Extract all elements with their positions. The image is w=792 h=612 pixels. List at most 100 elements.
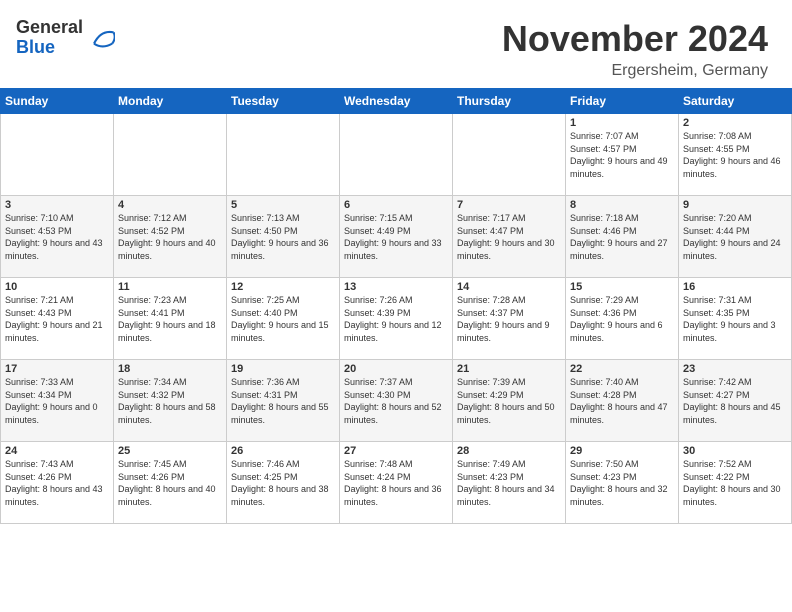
day-info: Sunrise: 7:20 AMSunset: 4:44 PMDaylight:… [683, 212, 787, 262]
day-info: Sunrise: 7:23 AMSunset: 4:41 PMDaylight:… [118, 294, 222, 344]
day-cell-3: 3Sunrise: 7:10 AMSunset: 4:53 PMDaylight… [1, 196, 114, 278]
day-cell-14: 14Sunrise: 7:28 AMSunset: 4:37 PMDayligh… [453, 278, 566, 360]
day-cell-2: 2Sunrise: 7:08 AMSunset: 4:55 PMDaylight… [679, 114, 792, 196]
day-cell-23: 23Sunrise: 7:42 AMSunset: 4:27 PMDayligh… [679, 360, 792, 442]
day-number: 18 [118, 363, 222, 375]
weekday-header-monday: Monday [114, 89, 227, 114]
day-info: Sunrise: 7:46 AMSunset: 4:25 PMDaylight:… [231, 458, 335, 508]
day-cell-20: 20Sunrise: 7:37 AMSunset: 4:30 PMDayligh… [340, 360, 453, 442]
day-number: 30 [683, 445, 787, 457]
day-cell-4: 4Sunrise: 7:12 AMSunset: 4:52 PMDaylight… [114, 196, 227, 278]
day-info: Sunrise: 7:33 AMSunset: 4:34 PMDaylight:… [5, 376, 109, 426]
day-number: 16 [683, 281, 787, 293]
day-number: 3 [5, 199, 109, 211]
day-info: Sunrise: 7:28 AMSunset: 4:37 PMDaylight:… [457, 294, 561, 344]
day-cell-30: 30Sunrise: 7:52 AMSunset: 4:22 PMDayligh… [679, 442, 792, 524]
weekday-header-thursday: Thursday [453, 89, 566, 114]
logo-icon [87, 24, 115, 52]
day-number: 5 [231, 199, 335, 211]
day-cell-10: 10Sunrise: 7:21 AMSunset: 4:43 PMDayligh… [1, 278, 114, 360]
day-info: Sunrise: 7:37 AMSunset: 4:30 PMDaylight:… [344, 376, 448, 426]
day-number: 14 [457, 281, 561, 293]
day-number: 4 [118, 199, 222, 211]
day-info: Sunrise: 7:40 AMSunset: 4:28 PMDaylight:… [570, 376, 674, 426]
day-number: 13 [344, 281, 448, 293]
day-info: Sunrise: 7:17 AMSunset: 4:47 PMDaylight:… [457, 212, 561, 262]
day-number: 26 [231, 445, 335, 457]
day-info: Sunrise: 7:45 AMSunset: 4:26 PMDaylight:… [118, 458, 222, 508]
day-number: 1 [570, 117, 674, 129]
month-title: November 2024 [502, 18, 768, 60]
day-number: 22 [570, 363, 674, 375]
day-cell-21: 21Sunrise: 7:39 AMSunset: 4:29 PMDayligh… [453, 360, 566, 442]
day-info: Sunrise: 7:48 AMSunset: 4:24 PMDaylight:… [344, 458, 448, 508]
day-number: 2 [683, 117, 787, 129]
day-cell-11: 11Sunrise: 7:23 AMSunset: 4:41 PMDayligh… [114, 278, 227, 360]
day-number: 27 [344, 445, 448, 457]
day-number: 21 [457, 363, 561, 375]
weekday-header-friday: Friday [566, 89, 679, 114]
day-number: 12 [231, 281, 335, 293]
empty-cell [453, 114, 566, 196]
day-number: 15 [570, 281, 674, 293]
day-info: Sunrise: 7:07 AMSunset: 4:57 PMDaylight:… [570, 130, 674, 180]
day-info: Sunrise: 7:08 AMSunset: 4:55 PMDaylight:… [683, 130, 787, 180]
day-info: Sunrise: 7:31 AMSunset: 4:35 PMDaylight:… [683, 294, 787, 344]
day-cell-18: 18Sunrise: 7:34 AMSunset: 4:32 PMDayligh… [114, 360, 227, 442]
day-number: 6 [344, 199, 448, 211]
day-number: 8 [570, 199, 674, 211]
day-info: Sunrise: 7:49 AMSunset: 4:23 PMDaylight:… [457, 458, 561, 508]
day-number: 7 [457, 199, 561, 211]
day-number: 25 [118, 445, 222, 457]
day-cell-6: 6Sunrise: 7:15 AMSunset: 4:49 PMDaylight… [340, 196, 453, 278]
day-number: 19 [231, 363, 335, 375]
day-info: Sunrise: 7:36 AMSunset: 4:31 PMDaylight:… [231, 376, 335, 426]
day-number: 29 [570, 445, 674, 457]
day-number: 10 [5, 281, 109, 293]
day-info: Sunrise: 7:18 AMSunset: 4:46 PMDaylight:… [570, 212, 674, 262]
day-info: Sunrise: 7:25 AMSunset: 4:40 PMDaylight:… [231, 294, 335, 344]
logo-blue: Blue [16, 38, 83, 58]
empty-cell [114, 114, 227, 196]
day-info: Sunrise: 7:34 AMSunset: 4:32 PMDaylight:… [118, 376, 222, 426]
weekday-header-tuesday: Tuesday [227, 89, 340, 114]
title-block: November 2024 Ergersheim, Germany [502, 18, 768, 80]
day-info: Sunrise: 7:12 AMSunset: 4:52 PMDaylight:… [118, 212, 222, 262]
day-number: 28 [457, 445, 561, 457]
day-info: Sunrise: 7:42 AMSunset: 4:27 PMDaylight:… [683, 376, 787, 426]
day-info: Sunrise: 7:43 AMSunset: 4:26 PMDaylight:… [5, 458, 109, 508]
empty-cell [340, 114, 453, 196]
day-cell-5: 5Sunrise: 7:13 AMSunset: 4:50 PMDaylight… [227, 196, 340, 278]
empty-cell [227, 114, 340, 196]
day-number: 11 [118, 281, 222, 293]
day-cell-13: 13Sunrise: 7:26 AMSunset: 4:39 PMDayligh… [340, 278, 453, 360]
day-cell-9: 9Sunrise: 7:20 AMSunset: 4:44 PMDaylight… [679, 196, 792, 278]
day-cell-19: 19Sunrise: 7:36 AMSunset: 4:31 PMDayligh… [227, 360, 340, 442]
day-cell-1: 1Sunrise: 7:07 AMSunset: 4:57 PMDaylight… [566, 114, 679, 196]
day-info: Sunrise: 7:15 AMSunset: 4:49 PMDaylight:… [344, 212, 448, 262]
day-number: 17 [5, 363, 109, 375]
weekday-header-saturday: Saturday [679, 89, 792, 114]
day-number: 9 [683, 199, 787, 211]
day-info: Sunrise: 7:39 AMSunset: 4:29 PMDaylight:… [457, 376, 561, 426]
day-info: Sunrise: 7:29 AMSunset: 4:36 PMDaylight:… [570, 294, 674, 344]
day-cell-17: 17Sunrise: 7:33 AMSunset: 4:34 PMDayligh… [1, 360, 114, 442]
day-cell-15: 15Sunrise: 7:29 AMSunset: 4:36 PMDayligh… [566, 278, 679, 360]
day-number: 24 [5, 445, 109, 457]
day-cell-7: 7Sunrise: 7:17 AMSunset: 4:47 PMDaylight… [453, 196, 566, 278]
day-cell-28: 28Sunrise: 7:49 AMSunset: 4:23 PMDayligh… [453, 442, 566, 524]
day-info: Sunrise: 7:52 AMSunset: 4:22 PMDaylight:… [683, 458, 787, 508]
empty-cell [1, 114, 114, 196]
day-info: Sunrise: 7:50 AMSunset: 4:23 PMDaylight:… [570, 458, 674, 508]
day-info: Sunrise: 7:10 AMSunset: 4:53 PMDaylight:… [5, 212, 109, 262]
calendar: SundayMondayTuesdayWednesdayThursdayFrid… [0, 88, 792, 524]
day-cell-25: 25Sunrise: 7:45 AMSunset: 4:26 PMDayligh… [114, 442, 227, 524]
day-cell-8: 8Sunrise: 7:18 AMSunset: 4:46 PMDaylight… [566, 196, 679, 278]
weekday-header-wednesday: Wednesday [340, 89, 453, 114]
day-cell-26: 26Sunrise: 7:46 AMSunset: 4:25 PMDayligh… [227, 442, 340, 524]
logo: General Blue [16, 18, 115, 58]
weekday-header-sunday: Sunday [1, 89, 114, 114]
day-info: Sunrise: 7:13 AMSunset: 4:50 PMDaylight:… [231, 212, 335, 262]
day-number: 23 [683, 363, 787, 375]
header: General Blue November 2024 Ergersheim, G… [0, 0, 792, 88]
